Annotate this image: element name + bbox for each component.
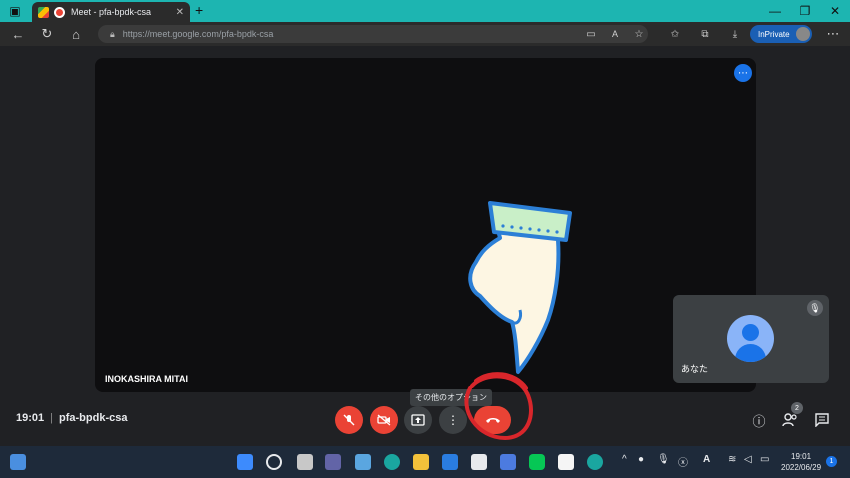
widgets-icon[interactable] xyxy=(10,454,26,470)
present-button[interactable] xyxy=(404,406,432,434)
app-icon[interactable] xyxy=(471,454,487,470)
camera-toggle-button[interactable] xyxy=(370,406,398,434)
menu-icon[interactable]: ⋯ xyxy=(824,25,842,43)
refresh-icon[interactable]: ↻ xyxy=(38,25,56,43)
favorites-icon[interactable]: ✩ xyxy=(666,25,684,43)
close-tab-icon[interactable]: ✕ xyxy=(176,7,184,18)
ime-icon[interactable]: A xyxy=(703,454,710,465)
edge-beta-icon[interactable] xyxy=(587,454,603,470)
volume-icon[interactable]: ◁ xyxy=(744,454,752,465)
search-icon[interactable] xyxy=(266,454,282,470)
browser-tab[interactable]: Meet - pfa-bpdk-csa ✕ xyxy=(32,2,190,22)
mic-off-icon: 🎙︎ xyxy=(807,300,823,316)
present-icon xyxy=(411,414,425,426)
hangup-icon xyxy=(485,418,500,423)
meet-area: ⋯ INOKASHIRA MITAI 🎙︎ あなた 19:01 | pfa-bp… xyxy=(0,46,850,446)
browser-tab-strip: ▣ Meet - pfa-bpdk-csa ✕ + — ❐ ✕ xyxy=(0,0,850,22)
wifi-icon[interactable]: ≋ xyxy=(728,454,736,465)
home-icon[interactable]: ⌂ xyxy=(67,25,85,43)
avatar xyxy=(727,315,774,362)
meeting-time: 19:01 xyxy=(16,412,45,424)
photos-icon[interactable] xyxy=(355,454,371,470)
meeting-info: 19:01 | pfa-bpdk-csa xyxy=(16,412,128,424)
app-icon[interactable] xyxy=(558,454,574,470)
camera-icon[interactable]: ▭ xyxy=(582,25,600,43)
mic-tray-icon[interactable]: 🎙︎ xyxy=(657,454,670,465)
close-tray-icon[interactable]: ⓧ xyxy=(678,454,688,469)
teams-icon[interactable] xyxy=(325,454,341,470)
battery-icon[interactable]: ▭ xyxy=(760,454,769,465)
more-options-icon[interactable]: ⋯ xyxy=(734,64,752,82)
collections-icon[interactable]: ⧉ xyxy=(696,25,714,43)
chevron-up-icon[interactable]: ^ xyxy=(622,454,627,465)
browser-toolbar: ← ↻ ⌂ 🔒︎ https://meet.google.com/pfa-bpd… xyxy=(0,22,850,46)
notification-badge[interactable]: 1 xyxy=(826,456,837,467)
new-tab-icon[interactable]: + xyxy=(195,2,203,18)
address-bar[interactable]: 🔒︎ https://meet.google.com/pfa-bpdk-csa xyxy=(98,25,648,43)
taskbar-date: 2022/06/29 xyxy=(781,463,822,472)
self-label: あなた xyxy=(681,364,709,374)
mail-icon[interactable] xyxy=(442,454,458,470)
self-video-tile: 🎙︎ あなた xyxy=(673,295,829,383)
participant-name: INOKASHIRA MITAI xyxy=(105,374,188,384)
line-icon[interactable] xyxy=(529,454,545,470)
url-text: https://meet.google.com/pfa-bpdk-csa xyxy=(122,29,274,39)
line-tray-icon[interactable]: ● xyxy=(638,454,644,465)
recording-icon xyxy=(54,6,65,18)
edge-icon[interactable] xyxy=(384,454,400,470)
meeting-code: pfa-bpdk-csa xyxy=(59,412,128,424)
downloads-icon[interactable]: ⤓ xyxy=(726,25,744,43)
taskbar-clock[interactable]: 19:01 2022/06/29 xyxy=(781,451,821,473)
main-video-tile: ⋯ INOKASHIRA MITAI xyxy=(95,58,756,392)
minimize-icon[interactable]: — xyxy=(760,0,790,22)
inprivate-button[interactable]: InPrivate xyxy=(750,25,812,43)
profile-avatar xyxy=(796,27,810,41)
meeting-details-icon[interactable]: ⓘ xyxy=(749,410,769,430)
tab-title: Meet - pfa-bpdk-csa xyxy=(71,7,152,17)
chat-icon[interactable] xyxy=(812,410,832,430)
task-view-icon[interactable] xyxy=(297,454,313,470)
mic-toggle-button[interactable] xyxy=(335,406,363,434)
tab-actions-icon[interactable]: ▣ xyxy=(0,0,30,22)
back-icon[interactable]: ← xyxy=(9,25,27,43)
mic-off-icon xyxy=(343,414,355,426)
more-vert-icon: ⋮ xyxy=(447,413,459,427)
taskbar-time: 19:01 xyxy=(791,452,812,461)
store-icon[interactable] xyxy=(500,454,516,470)
maximize-icon[interactable]: ❐ xyxy=(790,0,820,22)
taskbar: ^ ● 🎙︎ ⓧ A ≋ ◁ ▭ 19:01 2022/06/29 1 xyxy=(0,446,850,478)
people-count-badge: 2 xyxy=(791,402,803,414)
workspace-icon xyxy=(38,6,49,18)
favorite-icon[interactable]: ☆ xyxy=(630,25,648,43)
close-window-icon[interactable]: ✕ xyxy=(820,0,850,22)
start-icon[interactable] xyxy=(237,454,253,470)
read-aloud-icon[interactable]: A xyxy=(606,25,624,43)
tooltip: その他のオプション xyxy=(410,389,492,406)
file-explorer-icon[interactable] xyxy=(413,454,429,470)
leave-call-button[interactable] xyxy=(474,406,511,434)
inprivate-label: InPrivate xyxy=(758,29,790,39)
more-options-button[interactable]: ⋮ xyxy=(439,406,467,434)
lock-icon: 🔒︎ xyxy=(110,28,115,39)
camera-off-icon xyxy=(377,414,391,426)
